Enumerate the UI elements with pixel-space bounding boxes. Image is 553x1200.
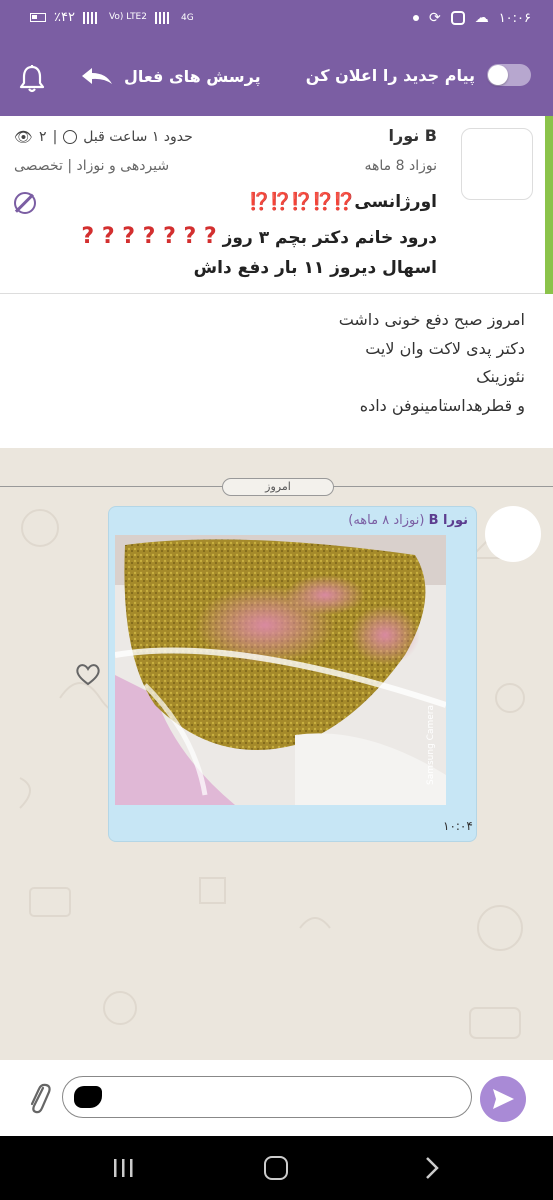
send-button[interactable] bbox=[480, 1076, 526, 1122]
active-questions-button[interactable]: پرسش های فعال bbox=[80, 66, 261, 86]
question-meta: 👁 ۲ | حدود ۱ ساعت قبل bbox=[14, 128, 193, 146]
block-icon[interactable] bbox=[14, 192, 36, 214]
active-questions-label: پرسش های فعال bbox=[124, 66, 261, 86]
emoji-sticker-icon[interactable] bbox=[74, 1086, 102, 1108]
question-line-1-text: اورژانسی bbox=[354, 192, 437, 212]
signal-icon bbox=[82, 11, 101, 24]
message-sender-detail: (نوزاد ۸ ماهه) bbox=[348, 513, 425, 528]
avatar[interactable] bbox=[461, 128, 533, 200]
baby-age: نوزاد 8 ماهه bbox=[364, 158, 438, 174]
notify-setting: پیام جدید را اعلان کن bbox=[306, 64, 531, 86]
status-right: ⟳ ☁ ۱۰:۰۶ bbox=[412, 10, 531, 26]
reply-arrow-icon bbox=[82, 68, 112, 84]
attach-icon[interactable] bbox=[26, 1080, 52, 1116]
question-accent-bar bbox=[545, 116, 553, 294]
message-input[interactable] bbox=[62, 1076, 472, 1118]
message-photo[interactable]: Samsung Camera bbox=[115, 535, 446, 805]
top-toolbar: پرسش های فعال پیام جدید را اعلان کن bbox=[0, 42, 553, 116]
question-line-3: اسهال دیروز ۱۱ بار دفع داش bbox=[193, 258, 437, 278]
battery-level: ٪۴۲ bbox=[54, 10, 75, 25]
input-bar bbox=[0, 1060, 553, 1136]
signal-icon-2 bbox=[154, 11, 173, 24]
body-line: دکتر پدی لاکت وان لایت bbox=[365, 338, 525, 358]
question-body: امروز صبح دفع خونی داشت دکتر پدی لاکت وا… bbox=[0, 294, 553, 448]
back-icon[interactable] bbox=[424, 1156, 440, 1180]
body-line: و قطرهداستامینوفن داده bbox=[359, 395, 525, 415]
date-separator: امروز bbox=[222, 478, 334, 496]
view-count: ۲ bbox=[39, 129, 47, 145]
cloud-icon: ☁ bbox=[474, 10, 489, 26]
divider: | bbox=[52, 129, 58, 145]
photo-watermark: Samsung Camera bbox=[426, 705, 436, 785]
question-category: شیردهی و نوزاد | تخصصی bbox=[14, 158, 170, 174]
instagram-icon bbox=[450, 11, 465, 25]
question-line-1: اورژانسی⁉️⁉️⁉️⁉️⁉️ bbox=[248, 192, 437, 212]
stool-photo-image: Samsung Camera bbox=[115, 535, 446, 805]
status-left: ٪۴۲ Vo) LTE2 4G bbox=[30, 10, 194, 25]
heart-icon[interactable] bbox=[74, 660, 102, 688]
question-user-name: نورا B bbox=[388, 126, 438, 145]
status-bar: ٪۴۲ Vo) LTE2 4G ⟳ ☁ ۱۰:۰۶ bbox=[0, 0, 553, 42]
question-line-2-marks: ? ? ? ? ? ? ? bbox=[81, 224, 217, 249]
battery-icon bbox=[30, 13, 46, 22]
notify-toggle[interactable] bbox=[487, 64, 531, 86]
message-sender-name: نورا B bbox=[428, 513, 468, 528]
network-4g: 4G bbox=[180, 12, 194, 23]
network-label: Vo) LTE2 bbox=[108, 12, 147, 22]
question-card[interactable]: نورا B نوزاد 8 ماهه 👁 ۲ | حدود ۱ ساعت قب… bbox=[0, 116, 553, 294]
chat-area[interactable]: امروز نورا B (نوزاد ۸ ماهه) Samsung Came… bbox=[0, 448, 553, 1060]
chat-avatar[interactable] bbox=[485, 506, 541, 562]
body-line: نئوزینک bbox=[476, 367, 525, 386]
system-nav-bar bbox=[0, 1136, 553, 1200]
notify-label: پیام جدید را اعلان کن bbox=[305, 65, 475, 85]
question-line-1-marks: ⁉️⁉️⁉️⁉️⁉️ bbox=[248, 192, 355, 212]
app-icon: ⟳ bbox=[428, 10, 441, 26]
clock-icon bbox=[63, 130, 78, 144]
message-sender: نورا B (نوزاد ۸ ماهه) bbox=[348, 513, 468, 528]
notification-dot-icon bbox=[412, 15, 419, 21]
bell-icon[interactable] bbox=[18, 64, 46, 94]
body-line: امروز صبح دفع خونی داشت bbox=[338, 310, 525, 329]
message-bubble[interactable]: نورا B (نوزاد ۸ ماهه) Samsung Camera ۱۰:… bbox=[108, 506, 477, 842]
recent-apps-icon[interactable] bbox=[112, 1158, 136, 1178]
question-line-2-text: درود خانم دکتر بچم ۳ روز bbox=[222, 228, 437, 248]
eye-icon: 👁 bbox=[14, 128, 34, 146]
question-line-2: درود خانم دکتر بچم ۳ روز ? ? ? ? ? ? ? bbox=[81, 224, 437, 249]
time-ago: حدود ۱ ساعت قبل bbox=[83, 129, 193, 145]
send-icon bbox=[493, 1089, 514, 1109]
clock: ۱۰:۰۶ bbox=[498, 10, 531, 26]
message-time: ۱۰:۰۴ bbox=[443, 819, 473, 833]
home-icon[interactable] bbox=[264, 1156, 288, 1180]
